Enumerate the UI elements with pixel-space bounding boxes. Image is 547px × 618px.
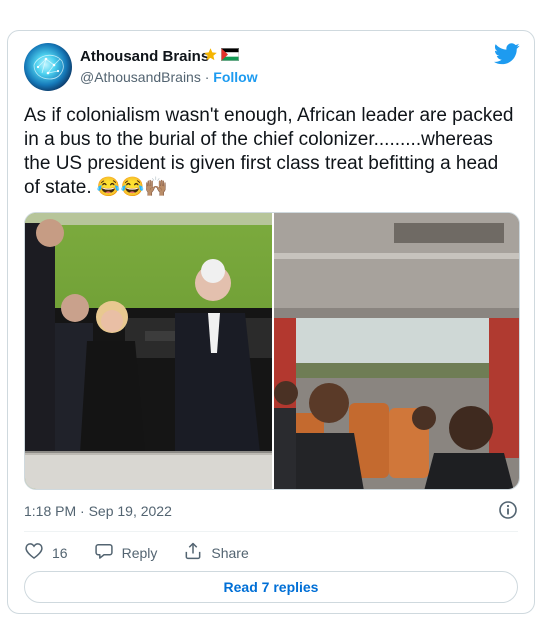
- share-icon: [183, 541, 203, 564]
- media-grid[interactable]: [24, 212, 520, 490]
- palestine-flag-icon: [221, 48, 239, 66]
- info-icon[interactable]: [498, 500, 518, 520]
- avatar[interactable]: [24, 43, 72, 91]
- star-icon: [203, 47, 218, 67]
- reply-button[interactable]: Reply: [94, 541, 158, 564]
- author-badges: [203, 47, 239, 67]
- like-button[interactable]: 16: [24, 541, 68, 564]
- heart-icon: [24, 541, 44, 564]
- share-button[interactable]: Share: [183, 541, 249, 564]
- tweet-text: As if colonialism wasn't enough, African…: [24, 105, 514, 198]
- reply-bubble-icon: [94, 541, 114, 564]
- tweet-actions: 16 Reply Share: [24, 541, 275, 564]
- photo-bus-leaders[interactable]: [274, 213, 519, 489]
- read-replies-button[interactable]: Read 7 replies: [24, 571, 518, 603]
- divider: [24, 531, 518, 532]
- tweet-card: Athousand Brains @AthousandBrains · Foll…: [7, 30, 535, 614]
- reply-label: Reply: [121, 544, 158, 561]
- twitter-bird-icon[interactable]: [493, 43, 520, 65]
- handle-row: @AthousandBrains · Follow: [80, 69, 258, 85]
- author-handle[interactable]: @AthousandBrains: [80, 69, 201, 85]
- share-label: Share: [211, 544, 249, 561]
- author-name[interactable]: Athousand Brains: [80, 48, 209, 65]
- photo-car-arrival[interactable]: [25, 213, 272, 489]
- like-count: 16: [52, 544, 68, 561]
- separator: ·: [204, 69, 210, 85]
- tweet-timestamp[interactable]: 1:18 PM · Sep 19, 2022: [24, 503, 172, 519]
- follow-link[interactable]: Follow: [213, 69, 257, 85]
